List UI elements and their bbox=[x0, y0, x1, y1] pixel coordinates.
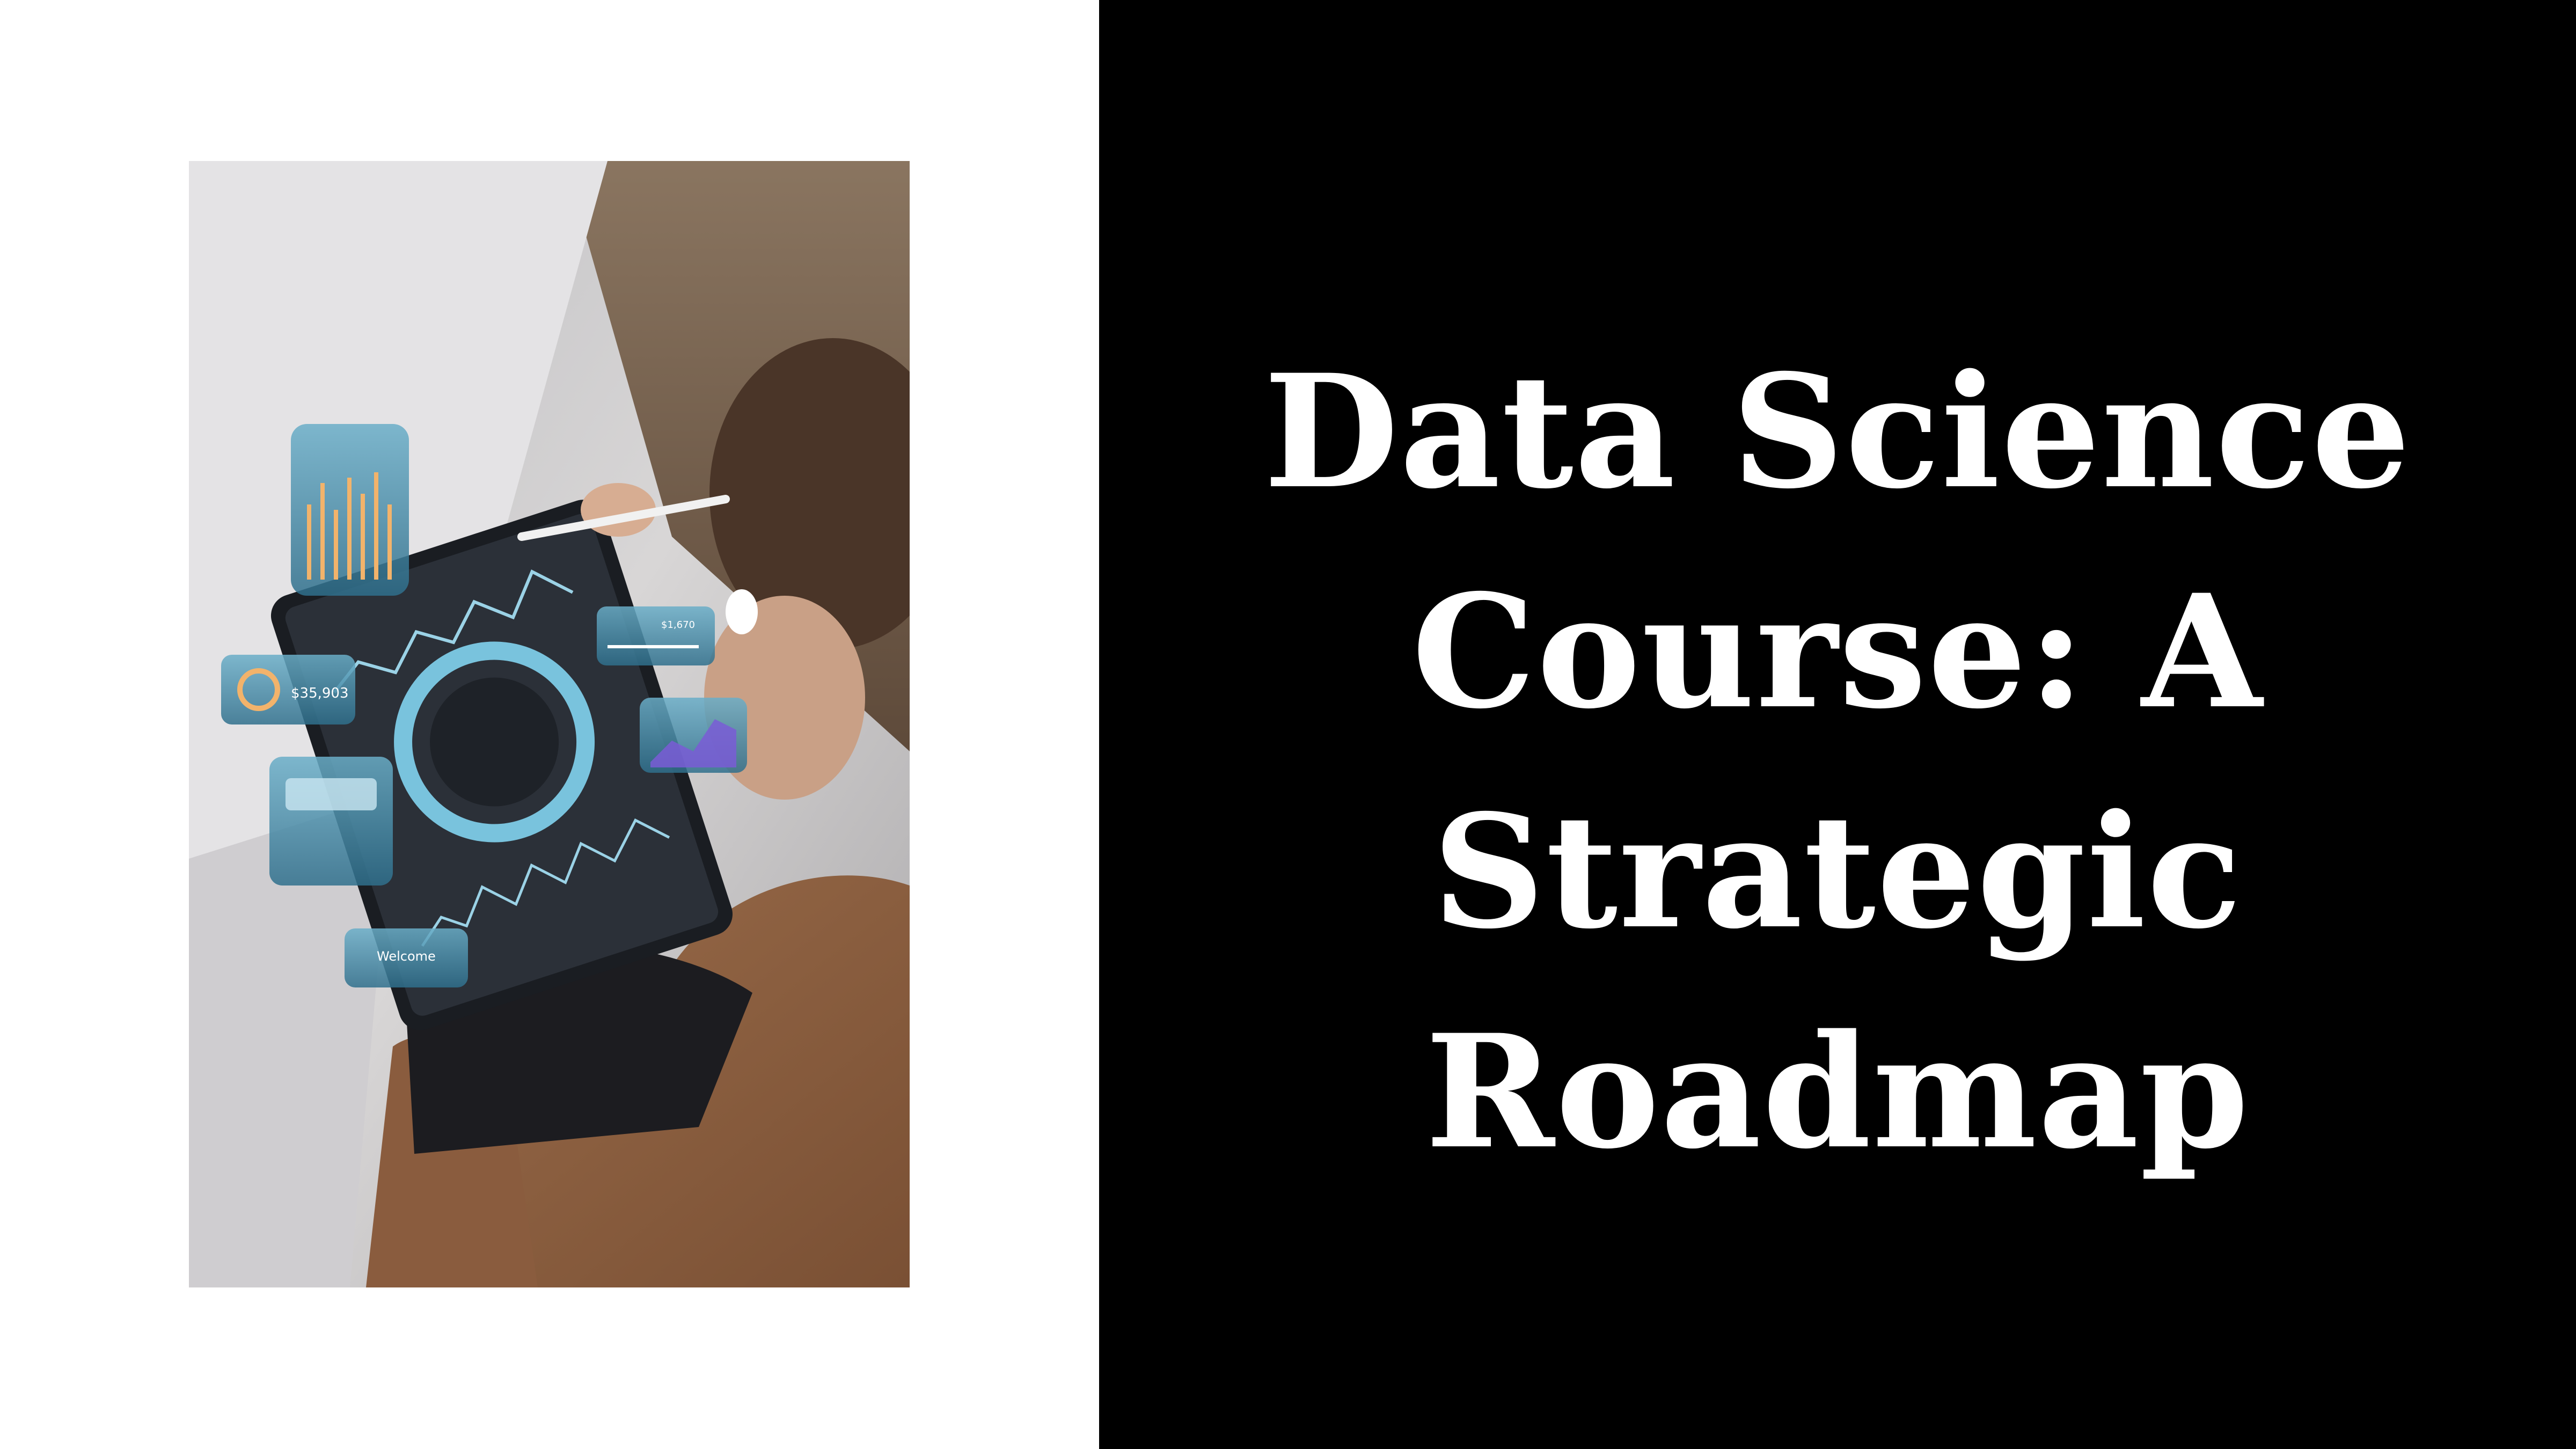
title-line-4: Roadmap bbox=[1425, 1001, 2250, 1183]
card-widget bbox=[269, 757, 393, 885]
right-panel: Data Science Course: A Strategic Roadmap bbox=[1099, 0, 2576, 1449]
hero-photo: $35,903 Welcome $1,670 bbox=[189, 161, 910, 1287]
amount-small-text: $1,670 bbox=[661, 619, 695, 631]
title-line-3: Strategic bbox=[1432, 781, 2243, 963]
slider-widget bbox=[597, 606, 715, 665]
welcome-text: Welcome bbox=[377, 949, 436, 964]
photo-illustration: $35,903 Welcome $1,670 bbox=[189, 161, 910, 1287]
slide-title: Data Science Course: A Strategic Roadmap bbox=[1099, 322, 2576, 1202]
title-line-2: Course: A bbox=[1411, 561, 2264, 743]
left-panel: $35,903 Welcome $1,670 bbox=[0, 0, 1099, 1449]
title-line-1: Data Science bbox=[1263, 341, 2412, 523]
amount-primary-text: $35,903 bbox=[291, 685, 349, 701]
